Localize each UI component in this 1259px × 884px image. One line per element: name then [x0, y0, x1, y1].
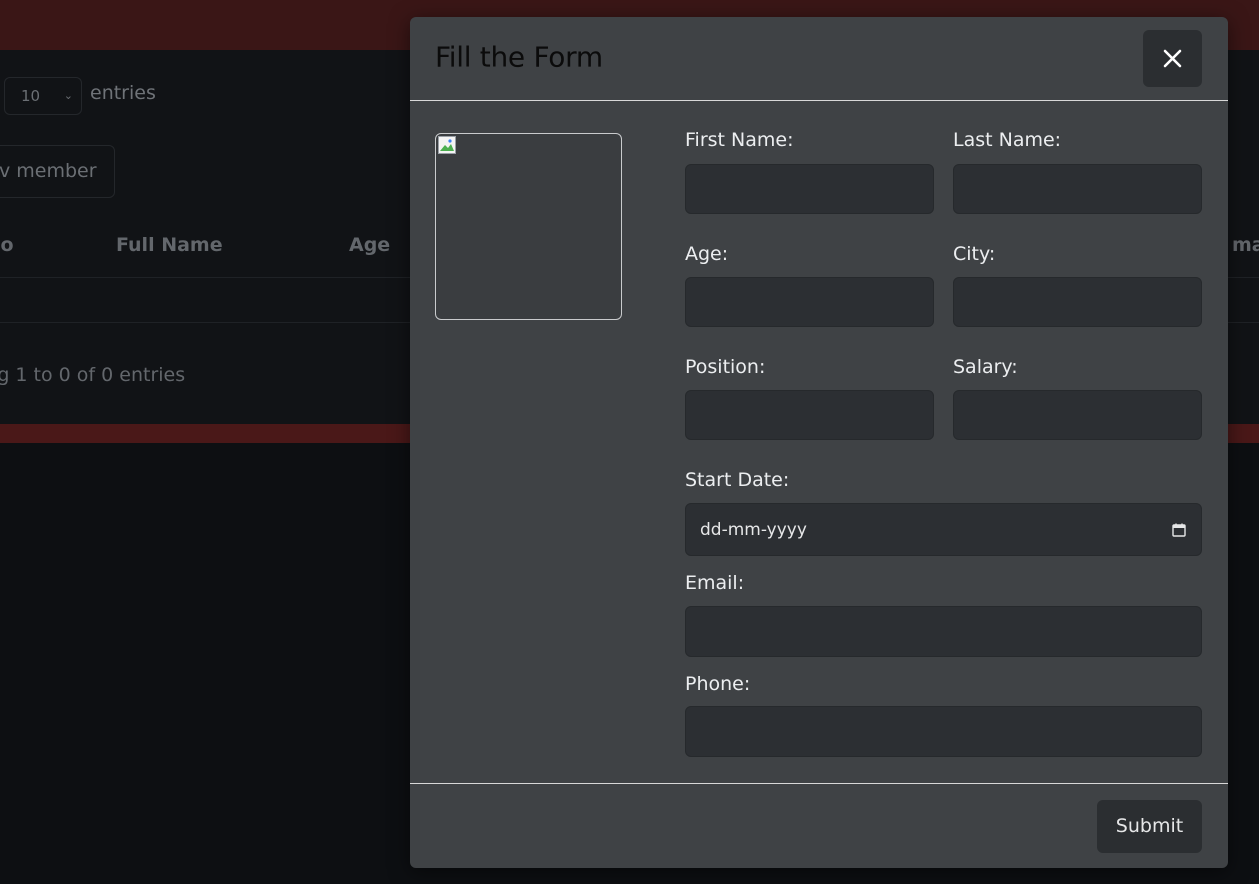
entries-select[interactable]: 10 ⌄	[4, 77, 82, 115]
form-modal: Fill the Form First Name: Last Name: Age…	[410, 17, 1228, 868]
calendar-icon[interactable]	[1172, 523, 1186, 537]
email-input[interactable]	[685, 606, 1202, 657]
position-label: Position:	[685, 356, 766, 378]
salary-input[interactable]	[953, 390, 1202, 440]
header-divider	[410, 100, 1228, 101]
start-date-placeholder: dd-mm-yyyy	[700, 520, 807, 540]
close-button[interactable]	[1143, 30, 1202, 87]
first-name-label: First Name:	[685, 129, 794, 151]
email-label: Email:	[685, 572, 745, 594]
table-header-no[interactable]: lo	[0, 234, 14, 256]
broken-image-icon	[438, 136, 456, 154]
modal-title: Fill the Form	[435, 40, 603, 74]
table-header-age[interactable]: Age	[349, 234, 390, 256]
entries-label: entries	[90, 82, 156, 104]
age-label: Age:	[685, 243, 729, 265]
phone-label: Phone:	[685, 673, 751, 695]
footer-divider	[410, 783, 1228, 784]
chevron-down-icon: ⌄	[63, 89, 73, 102]
start-date-label: Start Date:	[685, 469, 790, 491]
last-name-input[interactable]	[953, 164, 1202, 214]
entries-select-value: 10	[21, 87, 41, 105]
profile-photo[interactable]	[435, 133, 622, 320]
table-header-full-name[interactable]: Full Name	[116, 234, 223, 256]
city-input[interactable]	[953, 277, 1202, 327]
table-header-email[interactable]: ma	[1232, 234, 1259, 256]
phone-input[interactable]	[685, 706, 1202, 757]
new-member-button[interactable]: v member	[0, 145, 115, 198]
submit-button[interactable]: Submit	[1097, 800, 1202, 853]
table-info-text: ing 1 to 0 of 0 entries	[0, 364, 186, 386]
position-input[interactable]	[685, 390, 934, 440]
first-name-input[interactable]	[685, 164, 934, 214]
age-input[interactable]	[685, 277, 934, 327]
close-icon	[1163, 49, 1182, 68]
start-date-input[interactable]: dd-mm-yyyy	[685, 503, 1202, 556]
salary-label: Salary:	[953, 356, 1018, 378]
city-label: City:	[953, 243, 996, 265]
last-name-label: Last Name:	[953, 129, 1062, 151]
